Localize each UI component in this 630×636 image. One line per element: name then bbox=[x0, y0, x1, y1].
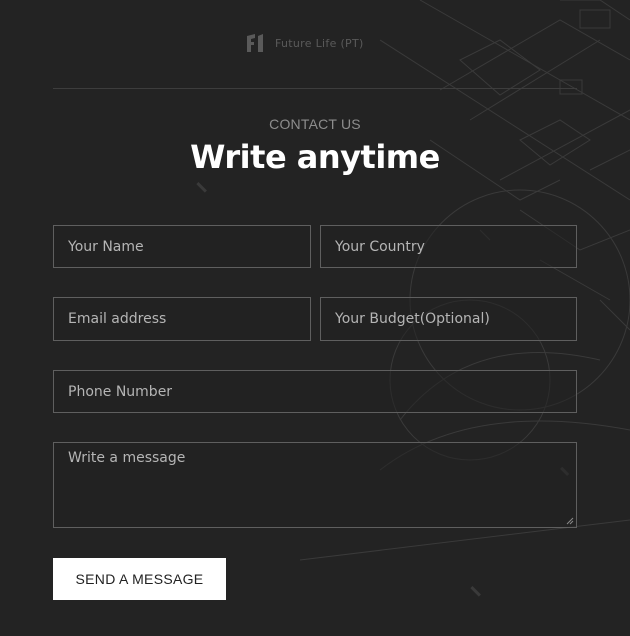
name-input-placeholder: Your Name bbox=[68, 238, 144, 255]
f1-logo-icon bbox=[247, 34, 263, 52]
message-textarea-placeholder: Write a message bbox=[68, 450, 186, 466]
phone-input-placeholder: Phone Number bbox=[68, 383, 173, 400]
contact-page: Future Life (PT) CONTACT US Write anytim… bbox=[0, 0, 630, 636]
budget-input[interactable]: Your Budget(Optional) bbox=[320, 297, 577, 341]
brand-name: Future Life (PT) bbox=[275, 36, 364, 50]
header-divider bbox=[53, 88, 577, 89]
country-input-placeholder: Your Country bbox=[335, 238, 425, 255]
email-input[interactable]: Email address bbox=[53, 297, 311, 341]
email-input-placeholder: Email address bbox=[68, 311, 167, 327]
resize-grip-icon[interactable] bbox=[566, 517, 574, 525]
section-eyebrow: CONTACT US bbox=[269, 116, 361, 132]
phone-input[interactable]: Phone Number bbox=[53, 370, 577, 413]
name-input[interactable]: Your Name bbox=[53, 225, 311, 268]
country-input[interactable]: Your Country bbox=[320, 225, 577, 268]
send-message-button[interactable]: SEND A MESSAGE bbox=[53, 558, 226, 600]
page-title: Write anytime bbox=[190, 138, 440, 176]
brand-logo[interactable]: Future Life (PT) bbox=[245, 32, 364, 54]
message-textarea[interactable]: Write a message bbox=[53, 442, 577, 528]
budget-input-placeholder: Your Budget(Optional) bbox=[335, 311, 490, 327]
